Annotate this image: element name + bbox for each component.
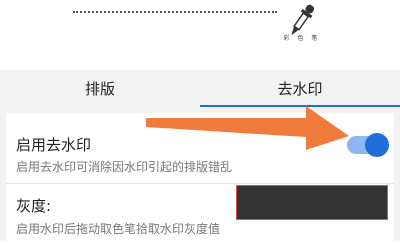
document-preview: 彩 色 笔 — [0, 0, 400, 70]
toggle-knob[interactable] — [365, 133, 389, 157]
tab-bar: 排版 去水印 — [0, 70, 400, 107]
eyedropper-caption: 彩 色 笔 — [283, 35, 321, 42]
grayscale-description: 启用水印后拖动取色笔拾取水印灰度值 — [16, 222, 221, 236]
remove-watermark-title: 启用去水印 — [16, 136, 92, 154]
remove-watermark-toggle[interactable] — [347, 133, 389, 157]
grayscale-title: 灰度: — [16, 197, 52, 215]
tab-layout[interactable]: 排版 — [0, 70, 200, 107]
tab-remove-watermark[interactable]: 去水印 — [200, 70, 400, 107]
dotted-guide-line — [73, 11, 277, 13]
remove-watermark-setting: 启用去水印 启用去水印可消除因水印引起的排版错乱 — [6, 113, 394, 183]
settings-panel: 启用去水印 启用去水印可消除因水印引起的排版错乱 灰度: 启用水印后拖动取色笔拾… — [0, 107, 400, 244]
remove-watermark-description: 启用去水印可消除因水印引起的排版错乱 — [16, 160, 233, 174]
grayscale-setting: 灰度: 启用水印后拖动取色笔拾取水印灰度值 — [6, 183, 394, 244]
grayscale-color-swatch[interactable] — [236, 185, 388, 220]
